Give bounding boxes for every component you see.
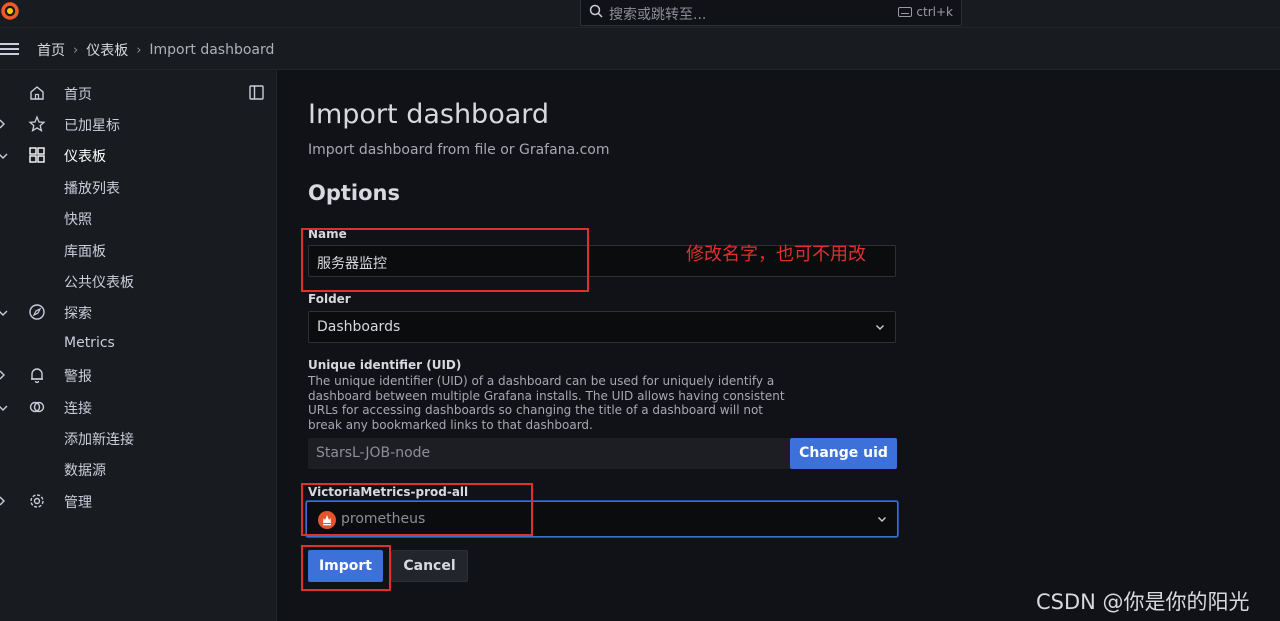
annotation-box-import <box>301 545 391 591</box>
sidebar-item-starred[interactable]: 已加星标 <box>0 109 276 139</box>
sidebar-item-label: 探索 <box>64 306 92 322</box>
sidebar-item-library-panels[interactable]: 库面板 <box>0 235 276 265</box>
sidebar-item-playlists[interactable]: 播放列表 <box>0 172 276 202</box>
change-uid-button[interactable]: Change uid <box>790 438 897 469</box>
search-bar[interactable]: 搜索或跳转至... ctrl+k <box>580 0 962 26</box>
search-placeholder: 搜索或跳转至... <box>609 7 707 23</box>
sidebar-item-label: 管理 <box>64 495 92 511</box>
breadcrumb: 首页 › 仪表板 › Import dashboard <box>37 40 274 60</box>
folder-label: Folder <box>308 292 351 306</box>
breadcrumb-dashboards[interactable]: 仪表板 <box>86 40 128 60</box>
compass-icon <box>28 303 46 321</box>
sidebar-item-connections[interactable]: 连接 <box>0 392 276 422</box>
sidebar-item-dashboards[interactable]: 仪表板 <box>0 140 276 170</box>
chevron-down-icon <box>877 512 887 528</box>
sidebar-item-snapshots[interactable]: 快照 <box>0 203 276 233</box>
uid-label: Unique identifier (UID) <box>308 358 462 372</box>
sidebar-item-home[interactable]: 首页 <box>0 78 276 108</box>
gear-icon <box>28 492 46 510</box>
folder-value: Dashboards <box>317 319 401 335</box>
sidebar-item-label: Metrics <box>64 335 115 351</box>
star-icon <box>28 115 46 133</box>
sidebar-item-metrics[interactable]: Metrics <box>0 329 276 359</box>
sidebar: 首页 已加星标 仪表板 播放列表 快照 库面板 公共仪表板 探索 Metrics <box>0 70 277 621</box>
sidebar-item-label: 仪表板 <box>64 149 106 165</box>
sidebar-item-label: 警报 <box>64 369 92 385</box>
chevron-right-icon[interactable] <box>0 495 6 511</box>
uid-value: StarsL-JOB-node <box>316 445 431 461</box>
shortcut-hint: ctrl+k <box>898 5 953 19</box>
uid-help-text: The unique identifier (UID) of a dashboa… <box>308 374 785 432</box>
sidebar-item-add-connection[interactable]: 添加新连接 <box>0 423 276 453</box>
keyboard-icon <box>898 7 913 17</box>
shortcut-text: ctrl+k <box>916 5 953 19</box>
breadcrumb-bar: 首页 › 仪表板 › Import dashboard <box>0 28 1280 70</box>
menu-icon[interactable] <box>0 41 20 61</box>
chevron-down-icon[interactable] <box>0 306 8 322</box>
chevron-down-icon[interactable] <box>0 149 8 165</box>
sidebar-item-label: 添加新连接 <box>64 432 134 448</box>
sidebar-item-label: 库面板 <box>64 244 106 260</box>
bell-icon <box>28 366 46 384</box>
sidebar-item-public-dashboards[interactable]: 公共仪表板 <box>0 266 276 296</box>
top-bar: 搜索或跳转至... ctrl+k <box>0 0 1280 28</box>
sidebar-item-label: 快照 <box>64 212 92 228</box>
sidebar-item-administration[interactable]: 管理 <box>0 486 276 516</box>
page-subtitle: Import dashboard from file or Grafana.co… <box>308 142 610 158</box>
watermark: CSDN @你是你的阳光 <box>1036 590 1250 614</box>
sidebar-item-datasources[interactable]: 数据源 <box>0 454 276 484</box>
chevron-down-icon[interactable] <box>0 401 8 417</box>
breadcrumb-current: Import dashboard <box>149 42 275 58</box>
chevron-down-icon <box>875 320 885 336</box>
breadcrumb-separator: › <box>73 42 79 58</box>
search-icon <box>589 4 603 22</box>
page-title: Import dashboard <box>308 99 550 130</box>
sidebar-item-label: 连接 <box>64 401 92 417</box>
annotation-box-datasource <box>301 483 533 536</box>
chevron-right-icon[interactable] <box>0 369 6 385</box>
home-icon <box>28 84 46 102</box>
annotation-box-name <box>301 228 589 292</box>
apps-icon <box>28 146 46 164</box>
chevron-right-icon[interactable] <box>0 118 6 134</box>
link-icon <box>28 398 46 416</box>
grafana-logo-icon[interactable] <box>0 0 22 22</box>
cancel-button[interactable]: Cancel <box>391 550 468 582</box>
annotation-text: 修改名字，也可不用改 <box>686 244 866 265</box>
main-content: Import dashboard Import dashboard from f… <box>277 70 1280 621</box>
breadcrumb-separator: › <box>136 42 142 58</box>
sidebar-item-label: 首页 <box>64 87 92 103</box>
uid-input: StarsL-JOB-node <box>308 438 790 469</box>
sidebar-item-alerting[interactable]: 警报 <box>0 360 276 390</box>
options-heading: Options <box>308 181 400 205</box>
sidebar-item-label: 播放列表 <box>64 181 120 197</box>
sidebar-item-label: 公共仪表板 <box>64 275 134 291</box>
folder-select[interactable]: Dashboards <box>308 311 896 343</box>
breadcrumb-home[interactable]: 首页 <box>37 40 65 60</box>
sidebar-item-label: 已加星标 <box>64 118 120 134</box>
sidebar-item-label: 数据源 <box>64 463 106 479</box>
sidebar-item-explore[interactable]: 探索 <box>0 297 276 327</box>
